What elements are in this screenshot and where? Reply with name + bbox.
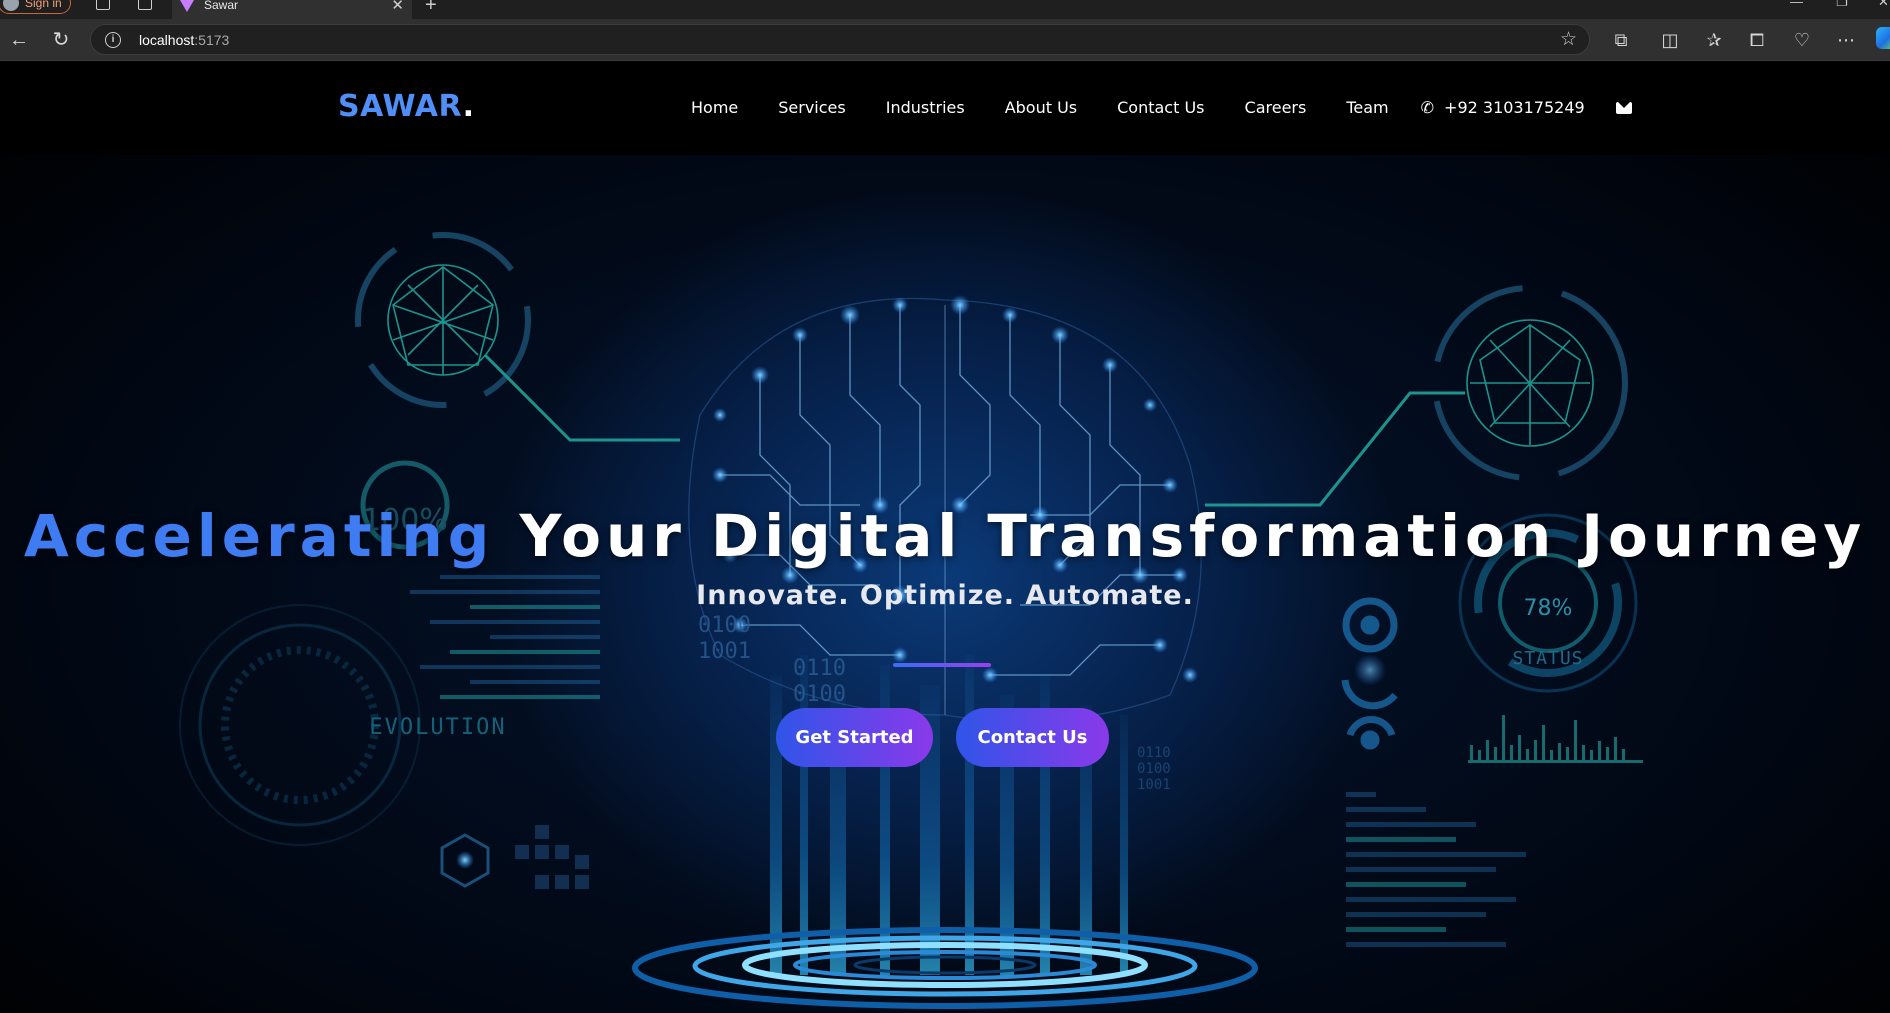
sign-in-button[interactable]: Sign in — [0, 0, 71, 14]
tab-title: Sawar — [204, 0, 239, 12]
site-navbar: SAWAR. Home Services Industries About Us… — [0, 61, 1890, 155]
nav-link-team[interactable]: Team — [1346, 98, 1388, 117]
binary-digits: 0110 — [793, 656, 846, 681]
new-tab-icon[interactable]: + — [425, 0, 437, 17]
more-menu-icon[interactable]: ⋯ — [1835, 29, 1857, 51]
left-pixel-blocks — [515, 825, 589, 889]
hologram-platform — [632, 927, 1258, 1009]
glow-dot — [1354, 654, 1386, 686]
profile-avatar-icon — [3, 0, 19, 11]
browser-tab-active[interactable]: Sawar ✕ — [172, 0, 412, 19]
envelope-icon[interactable] — [1615, 101, 1632, 114]
favorite-star-icon[interactable]: ☆ — [1560, 28, 1577, 51]
nav-link-contact-us[interactable]: Contact Us — [1117, 98, 1204, 117]
vite-favicon-icon — [180, 0, 194, 12]
binary-digits: 1001 — [1137, 777, 1171, 793]
binary-digits: 1001 — [698, 639, 751, 664]
headline-rest: Your Digital Transformation Journey — [519, 502, 1867, 570]
nav-link-about-us[interactable]: About Us — [1005, 98, 1077, 117]
browser-tab-strip: Sign in Sawar ✕ + — ❐ ✕ — [0, 0, 1890, 19]
address-url: localhost:5173 — [139, 32, 230, 48]
vertical-tabs-icon[interactable] — [138, 0, 152, 10]
status-label: STATUS — [1512, 648, 1583, 669]
binary-digits: 0100 — [698, 613, 751, 638]
headline-accent: Accelerating — [23, 502, 495, 570]
phone-icon: ✆ — [1420, 98, 1435, 117]
left-geodesic-sphere — [355, 232, 680, 442]
workspaces-icon[interactable] — [96, 0, 110, 10]
reload-icon[interactable]: ↻ — [48, 27, 74, 53]
binary-digits: 0100 — [793, 682, 846, 707]
address-bar[interactable]: i localhost:5173 ☆ — [90, 24, 1590, 55]
phone-contact[interactable]: ✆ +92 3103175249 — [1421, 98, 1585, 117]
nav-link-home[interactable]: Home — [691, 98, 738, 117]
right-log-lines — [1346, 792, 1526, 947]
extensions-icon[interactable]: ⧉ — [1610, 29, 1632, 51]
hero-section: 100% EVOLUTION 0100 1001 0110 0100 0110 … — [0, 155, 1890, 1013]
hero-headline: Accelerating Your Digital Transformation… — [0, 502, 1890, 570]
site-logo[interactable]: SAWAR. — [338, 89, 475, 124]
browser-essentials-icon[interactable]: ♡ — [1791, 29, 1813, 51]
back-arrow-icon[interactable]: ← — [6, 27, 32, 53]
nav-link-services[interactable]: Services — [778, 98, 845, 117]
phone-number: +92 3103175249 — [1444, 98, 1585, 117]
restore-icon[interactable]: ❐ — [1836, 0, 1848, 10]
split-screen-icon[interactable]: ◫ — [1659, 29, 1681, 51]
close-tab-icon[interactable]: ✕ — [391, 0, 404, 14]
sign-in-label: Sign in — [25, 0, 62, 10]
hero-subheadline: Innovate. Optimize. Automate. — [696, 580, 1194, 611]
close-window-icon[interactable]: ✕ — [1878, 0, 1889, 10]
evolution-label: EVOLUTION — [369, 715, 506, 740]
contact-us-button[interactable]: Contact Us — [956, 708, 1109, 767]
copilot-icon[interactable] — [1876, 27, 1890, 49]
right-mini-bars — [1468, 715, 1643, 763]
main-menu: Home Services Industries About Us Contac… — [691, 98, 1632, 117]
binary-digits: 0110 — [1137, 745, 1171, 761]
nav-link-careers[interactable]: Careers — [1245, 98, 1307, 117]
get-started-button[interactable]: Get Started — [776, 708, 933, 767]
site-info-icon[interactable]: i — [105, 32, 121, 48]
minimize-icon[interactable]: — — [1790, 0, 1803, 9]
binary-digits: 0100 — [1137, 761, 1171, 777]
hero-divider — [893, 663, 991, 667]
favorites-icon[interactable]: ✰ — [1703, 29, 1725, 51]
right-geodesic-sphere — [1205, 285, 1628, 507]
collections-icon[interactable]: ⧠ — [1746, 29, 1768, 51]
browser-toolbar: ← ↻ i localhost:5173 ☆ ⧉ ◫ ✰ ⧠ ♡ ⋯ — [0, 19, 1890, 61]
nav-link-industries[interactable]: Industries — [886, 98, 965, 117]
